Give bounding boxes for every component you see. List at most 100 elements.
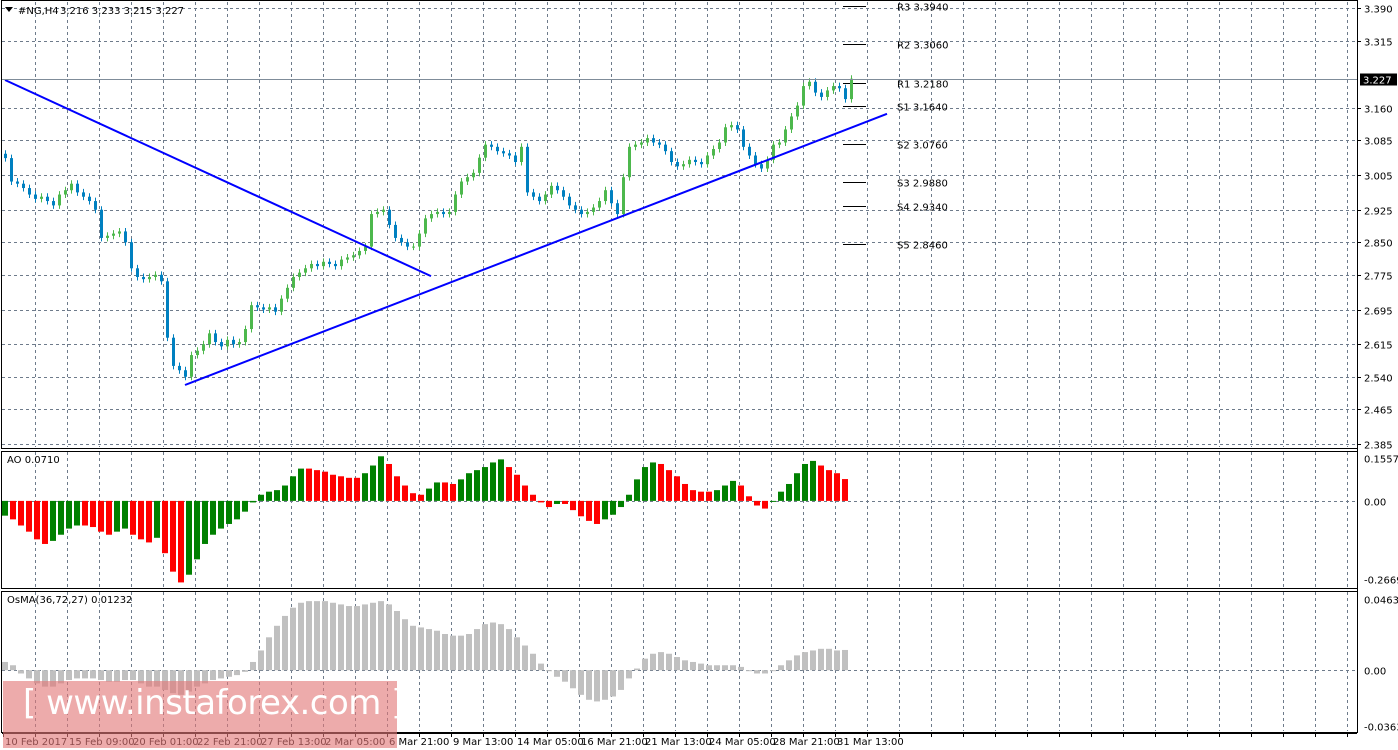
- candle-body: [244, 329, 247, 343]
- ao-bar: [410, 493, 416, 501]
- ao-bar: [538, 500, 544, 503]
- osma-bar: [346, 606, 352, 671]
- osma-bar: [706, 665, 712, 671]
- ao-bar: [458, 479, 464, 501]
- candle-body: [646, 138, 649, 143]
- ao-bar: [442, 482, 448, 501]
- panel-frame: [1, 0, 1358, 449]
- candle-body: [688, 159, 691, 165]
- ao-bar: [506, 467, 512, 501]
- candle-body: [274, 307, 277, 312]
- pivot-label-r1: R1 3.2180: [897, 80, 948, 91]
- ao-bar: [10, 500, 16, 520]
- candle-body: [568, 196, 571, 206]
- osma-bar: [746, 670, 752, 672]
- candle-body: [382, 209, 385, 212]
- candle-body: [736, 125, 739, 130]
- candle-body: [220, 342, 223, 347]
- candle-body: [652, 138, 655, 143]
- ao-bar: [474, 470, 480, 501]
- ao-bar: [66, 500, 72, 529]
- candle-body: [130, 242, 133, 269]
- candle-body: [706, 155, 709, 165]
- candle-body: [208, 333, 211, 345]
- ao-bar: [522, 485, 528, 501]
- ao-bar: [754, 500, 760, 506]
- osma-bar: [26, 670, 32, 679]
- osma-bar: [490, 622, 496, 671]
- ao-bar: [738, 485, 744, 501]
- osma-bar: [842, 649, 848, 671]
- osma-bar: [474, 629, 480, 671]
- candle-body: [280, 298, 283, 312]
- ao-bar: [354, 477, 360, 501]
- candle-body: [340, 259, 343, 267]
- ao-bar: [450, 483, 456, 501]
- ao-bar: [722, 485, 728, 501]
- candle-body: [514, 155, 517, 163]
- candle-body: [430, 214, 433, 219]
- ao-bar: [634, 479, 640, 501]
- chart-canvas[interactable]: R3 3.3940 R2 3.3060 R1 3.2180 S1 3.1640 S2 3…: [0, 0, 1398, 750]
- osma-bar: [290, 607, 296, 671]
- ao-bar: [690, 490, 696, 501]
- osma-bar: [450, 635, 456, 671]
- candle-body: [82, 192, 85, 197]
- osma-bar: [98, 670, 104, 681]
- osma-bar: [826, 648, 832, 671]
- candle-body: [814, 81, 817, 93]
- candle-body: [490, 144, 493, 147]
- candle-body: [322, 261, 325, 267]
- candle-body: [376, 211, 379, 215]
- candle-body: [460, 181, 463, 195]
- osma-bar: [626, 670, 632, 679]
- osma-bar: [562, 670, 568, 682]
- osma-bar: [658, 652, 664, 671]
- ao-bar: [162, 500, 168, 554]
- osma-bar: [362, 604, 368, 671]
- candle-body: [742, 129, 745, 147]
- candle-body: [106, 235, 109, 238]
- ao-bar: [570, 500, 576, 511]
- ao-bar: [394, 476, 400, 501]
- candle-body: [232, 339, 235, 345]
- ao-bar: [386, 463, 392, 501]
- candle-body: [778, 142, 781, 145]
- osma-bar: [466, 634, 472, 671]
- candle-body: [724, 127, 727, 143]
- osma-tick-label: 0.04633: [1364, 596, 1398, 607]
- candle-body: [58, 194, 61, 206]
- pivot-levels: R3 3.3940 R2 3.3060 R1 3.2180 S1 3.1640 S2 3…: [843, 3, 948, 252]
- candle-body: [694, 159, 697, 163]
- osma-bar: [754, 670, 760, 674]
- osma-bar: [90, 670, 96, 679]
- ao-bar: [706, 491, 712, 501]
- price-tick-label: 3.390: [1364, 5, 1393, 16]
- pivot-label-s4: S4 2.9340: [897, 203, 948, 214]
- candle-body: [532, 192, 535, 197]
- ao-bar: [778, 491, 784, 501]
- osma-bar: [242, 670, 248, 672]
- osma-bar: [370, 602, 376, 671]
- candle-body: [508, 153, 511, 156]
- candle-body: [370, 214, 373, 247]
- candle-body: [148, 276, 151, 280]
- chevron-down-icon[interactable]: [5, 7, 13, 12]
- candle-body: [16, 181, 19, 184]
- pivot-label-r3: R3 3.3940: [897, 3, 948, 14]
- candle-body: [454, 194, 457, 212]
- candle-body: [790, 116, 793, 130]
- candle-body: [526, 146, 529, 193]
- candle-body: [640, 142, 643, 145]
- trendlines[interactable]: [4, 79, 888, 386]
- osma-bar: [794, 655, 800, 671]
- osma-bar: [82, 670, 88, 679]
- time-tick-label: 16 Mar 21:00: [581, 737, 648, 748]
- osma-bar: [690, 661, 696, 671]
- osma-bar: [322, 601, 328, 671]
- osma-bar: [530, 653, 536, 671]
- osma-bar: [426, 629, 432, 671]
- watermark-text: [ www.instaforex.com ]: [23, 683, 405, 723]
- candle-body: [352, 255, 355, 258]
- osma-bar: [682, 660, 688, 671]
